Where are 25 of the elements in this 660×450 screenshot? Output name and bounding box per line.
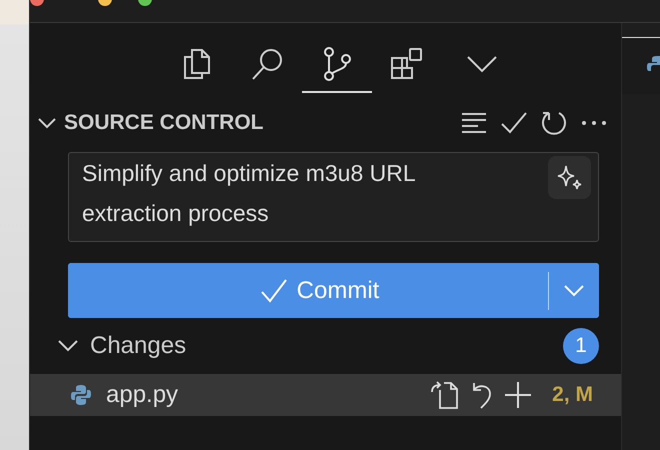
chevron-icon[interactable] xyxy=(58,340,78,352)
files-icon xyxy=(181,47,213,81)
refresh-icon[interactable] xyxy=(541,110,567,136)
file-status: 2, M xyxy=(552,383,593,407)
file-row[interactable]: app.py 2, M xyxy=(30,374,621,416)
panel-title: SOURCE CONTROL xyxy=(64,111,264,135)
commit-message-field[interactable]: Simplify and optimize m3u8 URL extraction process xyxy=(68,152,599,242)
branch-icon xyxy=(322,47,352,81)
chevron-down-icon xyxy=(466,55,498,73)
sparkle-button[interactable] xyxy=(548,156,591,199)
checkmark-icon[interactable] xyxy=(501,112,527,134)
chevron-icon[interactable] xyxy=(38,117,56,129)
python-icon xyxy=(70,384,92,406)
checkmark-icon xyxy=(260,278,287,302)
list-icon[interactable] xyxy=(461,112,487,134)
search-icon xyxy=(250,47,284,81)
open-file-icon[interactable] xyxy=(430,380,460,410)
changes-label: Changes xyxy=(90,332,186,360)
file-name: app.py xyxy=(106,381,178,409)
extensions-icon xyxy=(390,47,424,81)
more-icon[interactable] xyxy=(581,120,607,126)
chevron-down-icon xyxy=(564,284,584,296)
plus-icon[interactable] xyxy=(504,381,532,409)
count-badge: 1 xyxy=(563,328,599,364)
sparkle-icon xyxy=(556,164,584,192)
